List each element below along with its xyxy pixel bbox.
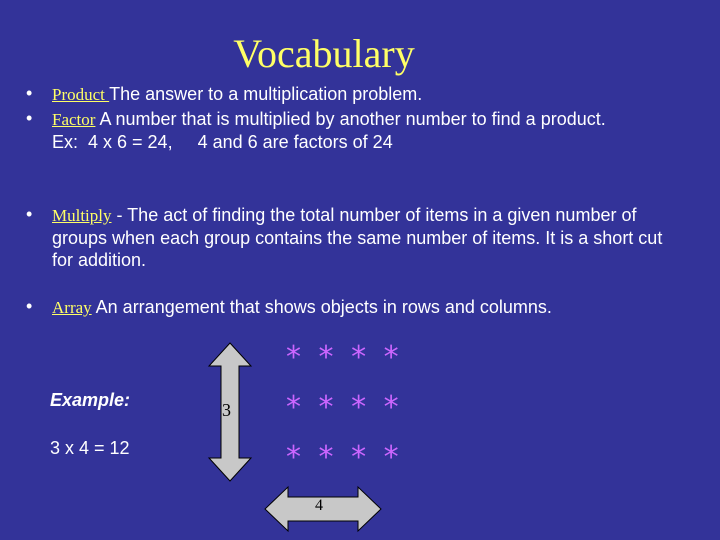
vocab-item-factor: Factor A number that is multiplied by an…	[52, 108, 672, 153]
bullet-icon: •	[26, 204, 33, 224]
bullet-icon: •	[26, 108, 33, 128]
vocab-item-array: Array An arrangement that shows objects …	[52, 296, 672, 319]
definition: - The act of finding the total number of…	[52, 205, 663, 270]
rows-label: 3	[222, 400, 231, 420]
factor-example: Ex: 4 x 6 = 24, 4 and 6 are factors of 2…	[52, 132, 393, 152]
bullet-icon: •	[26, 83, 33, 103]
star-row: * * * *	[286, 340, 403, 375]
term: Array	[52, 298, 92, 317]
cols-label: 4	[315, 497, 323, 514]
term: Multiply	[52, 206, 112, 225]
page-title: Vocabulary	[233, 31, 415, 76]
term: Factor	[52, 110, 96, 129]
example-equation: 3 x 4 = 12	[50, 438, 130, 458]
star-row: * * * *	[286, 440, 403, 475]
vocab-item-product: Product The answer to a multiplication p…	[52, 83, 672, 106]
horizontal-double-arrow-icon	[264, 485, 382, 533]
definition: A number that is multiplied by another n…	[95, 109, 606, 129]
star-row: * * * *	[286, 390, 403, 425]
definition: An arrangement that shows objects in row…	[91, 297, 552, 317]
term: Product	[52, 85, 110, 104]
example-label: Example:	[50, 390, 131, 410]
definition: The answer to a multiplication problem.	[109, 84, 423, 104]
vocab-item-multiply: Multiply - The act of finding the total …	[52, 204, 672, 271]
bullet-icon: •	[26, 296, 33, 316]
